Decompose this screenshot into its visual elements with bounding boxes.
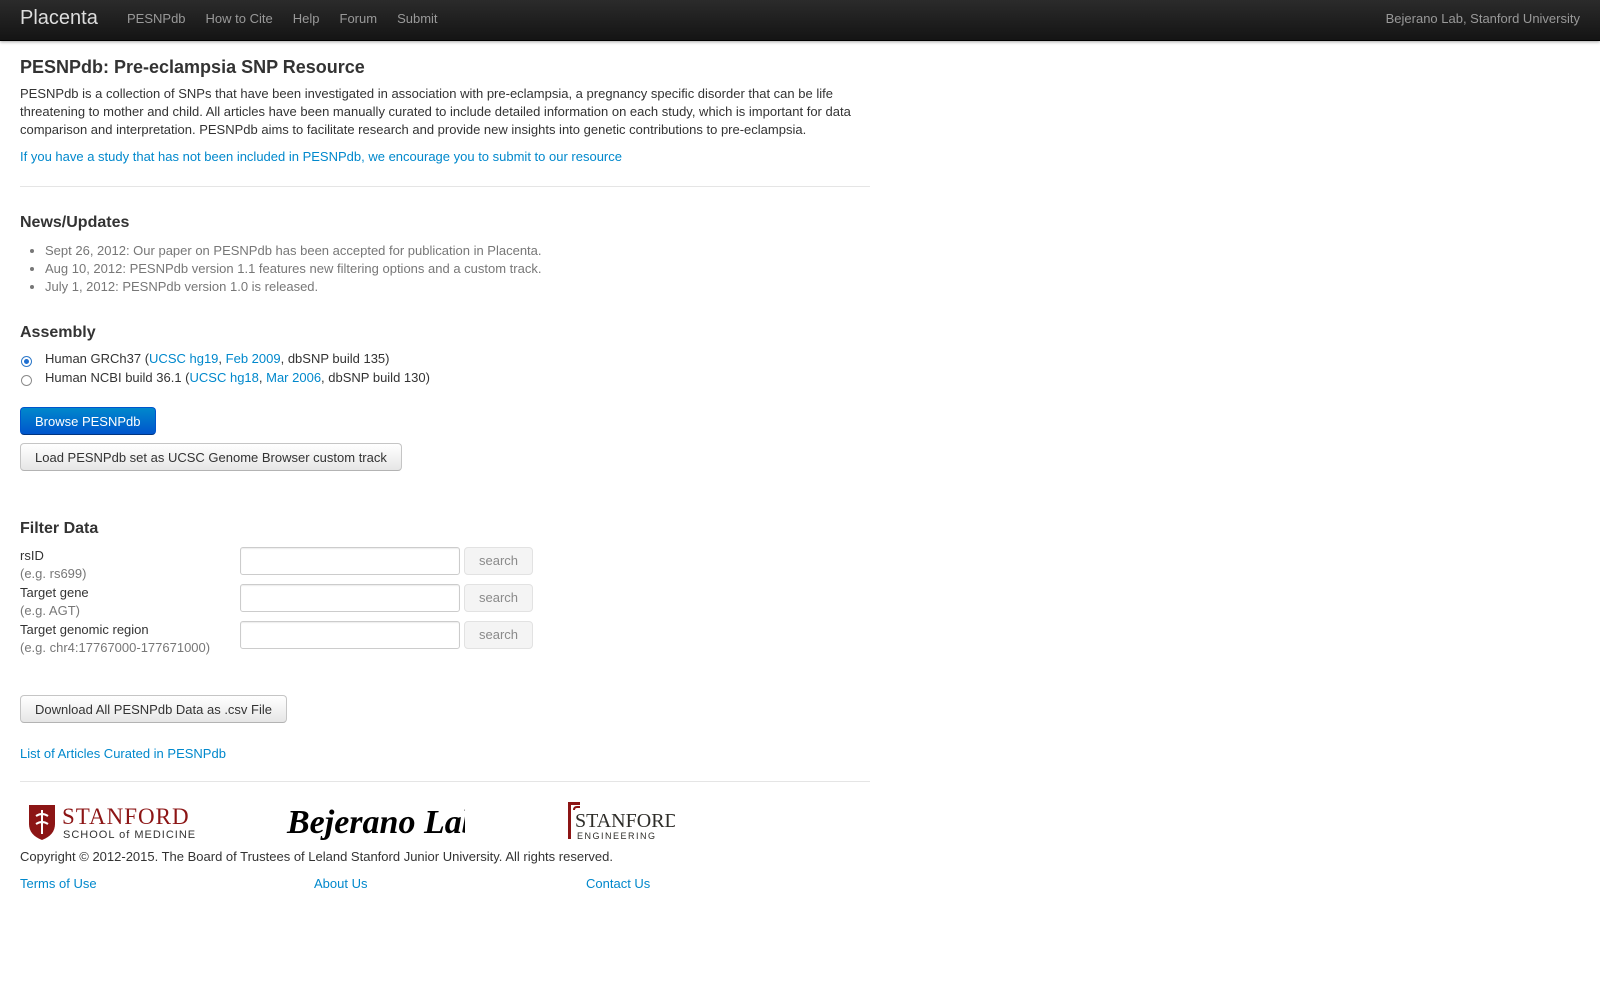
lab-credit-link[interactable]: Bejerano Lab, Stanford University (1386, 0, 1580, 38)
divider (20, 186, 870, 187)
articles-list-link[interactable]: List of Articles Curated in PESNPdb (20, 746, 226, 761)
filter-example: (e.g. chr4:17767000-177671000) (20, 640, 211, 655)
news-item: Sept 26, 2012: Our paper on PESNPdb has … (45, 242, 542, 260)
assembly-option-text: Human GRCh37 (UCSC hg19, Feb 2009, dbSNP… (45, 350, 390, 366)
filter-example: (e.g. AGT) (20, 603, 80, 618)
filter-label: Target gene (20, 585, 89, 600)
news-item: July 1, 2012: PESNPdb version 1.0 is rel… (45, 278, 542, 296)
download-csv-button[interactable]: Download All PESNPdb Data as .csv File (20, 695, 287, 723)
assembly-heading: Assembly (20, 324, 96, 341)
nav-item-forum[interactable]: Forum (330, 0, 388, 40)
nav-item-pesnpdb[interactable]: PESNPdb (117, 0, 196, 40)
nav-menu: PESNPdb How to Cite Help Forum Submit (117, 0, 448, 40)
filter-row-rsid: rsID (e.g. rs699) search (20, 547, 620, 583)
submit-study-link[interactable]: If you have a study that has not been in… (20, 149, 622, 164)
load-custom-track-button[interactable]: Load PESNPdb set as UCSC Genome Browser … (20, 443, 402, 471)
terms-of-use-link[interactable]: Terms of Use (20, 876, 97, 891)
copyright-text: Copyright © 2012-2015. The Board of Trus… (20, 849, 613, 864)
radio-button[interactable] (21, 374, 32, 386)
news-item: Aug 10, 2012: PESNPdb version 1.1 featur… (45, 260, 542, 278)
assembly-option-text: Human NCBI build 36.1 (UCSC hg18, Mar 20… (45, 369, 430, 385)
logo-wordmark: Bejerano Lab (286, 804, 465, 841)
brand-link[interactable]: Placenta (20, 7, 98, 30)
assembly-option-hg18[interactable]: Human NCBI build 36.1 (UCSC hg18, Mar 20… (20, 368, 430, 386)
browse-button[interactable]: Browse PESNPdb (20, 407, 156, 435)
gene-input[interactable] (240, 584, 460, 612)
news-list: Sept 26, 2012: Our paper on PESNPdb has … (20, 242, 542, 296)
ucsc-hg19-link[interactable]: UCSC hg19 (149, 351, 218, 366)
stanford-engineering-logo[interactable]: STANFORD ENGINEERING (565, 800, 679, 845)
region-search-button[interactable]: search (464, 621, 533, 649)
assembly-option-hg19[interactable]: Human GRCh37 (UCSC hg19, Feb 2009, dbSNP… (20, 349, 389, 367)
stanford-medicine-logo[interactable]: STANFORD SCHOOL of MEDICINE (26, 800, 201, 845)
page-title: PESNPdb: Pre-eclampsia SNP Resource (20, 57, 365, 77)
rsid-search-button[interactable]: search (464, 547, 533, 575)
divider (20, 781, 870, 782)
bejerano-lab-logo[interactable]: Bejerano Lab (285, 800, 479, 845)
nav-item-help[interactable]: Help (283, 0, 330, 40)
logo-wordmark: STANFORD (62, 804, 190, 829)
nav-item-submit[interactable]: Submit (387, 0, 447, 40)
filter-heading: Filter Data (20, 520, 99, 537)
filter-row-region: Target genomic region (e.g. chr4:1776700… (20, 621, 620, 657)
logo-wordmark: STANFORD (575, 810, 675, 832)
logo-subtitle: ENGINEERING (577, 831, 657, 841)
region-input[interactable] (240, 621, 460, 649)
contact-us-link[interactable]: Contact Us (586, 876, 650, 891)
filter-label: Target genomic region (20, 622, 149, 637)
top-navbar: Placenta PESNPdb How to Cite Help Forum … (0, 0, 1600, 41)
filter-row-gene: Target gene (e.g. AGT) search (20, 584, 620, 620)
news-heading: News/Updates (20, 214, 130, 231)
gene-search-button[interactable]: search (464, 584, 533, 612)
nav-item-how-to-cite[interactable]: How to Cite (196, 0, 283, 40)
mar-2006-link[interactable]: Mar 2006 (266, 370, 321, 385)
ucsc-hg18-link[interactable]: UCSC hg18 (190, 370, 259, 385)
logo-subtitle: SCHOOL of MEDICINE (63, 829, 196, 841)
rsid-input[interactable] (240, 547, 460, 575)
filter-example: (e.g. rs699) (20, 566, 87, 581)
radio-button-selected[interactable] (21, 355, 32, 367)
feb-2009-link[interactable]: Feb 2009 (226, 351, 281, 366)
about-us-link[interactable]: About Us (314, 876, 367, 891)
filter-label: rsID (20, 548, 44, 563)
intro-paragraph: PESNPdb is a collection of SNPs that hav… (20, 86, 851, 137)
